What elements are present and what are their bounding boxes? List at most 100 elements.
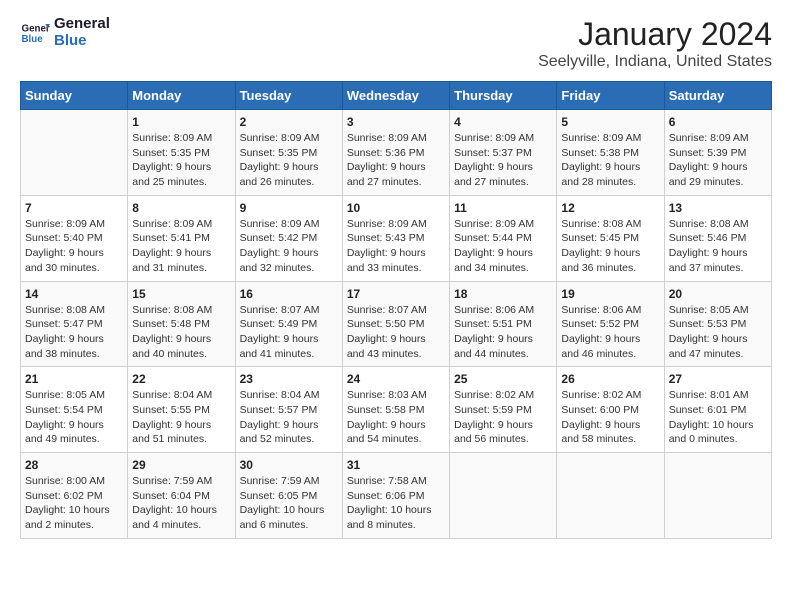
- calendar-cell: 27Sunrise: 8:01 AM Sunset: 6:01 PM Dayli…: [664, 367, 771, 453]
- week-row-5: 28 Sunrise: 8:00 AM Sunset: 6:02 PM Dayli…: [21, 453, 772, 539]
- calendar-cell: 10 Sunrise: 8:09 AM Sunset: 5:43 PM Dayli…: [342, 195, 449, 281]
- calendar-cell: 15 Sunrise: 8:08 AM Sunset: 5:48 PM Dayli…: [128, 281, 235, 367]
- calendar-cell: 26 Sunrise: 8:02 AM Sunset: 6:00 PM Dayli…: [557, 367, 664, 453]
- calendar-cell: 6Sunrise: 8:09 AM Sunset: 5:39 PM Daylig…: [664, 110, 771, 196]
- day-number: 9: [240, 201, 338, 215]
- logo: General Blue General Blue: [20, 16, 110, 49]
- day-number: 2: [240, 115, 338, 129]
- col-header-friday: Friday: [557, 82, 664, 110]
- day-info: Sunrise: 8:07 AM Sunset: 5:50 PM Dayligh…: [347, 303, 445, 362]
- day-number: 16: [240, 287, 338, 301]
- title-area: January 2024 Seelyville, Indiana, United…: [538, 16, 772, 71]
- day-number: 10: [347, 201, 445, 215]
- day-info: Sunrise: 8:04 AM Sunset: 5:57 PM Dayligh…: [240, 388, 338, 447]
- day-info: Sunrise: 8:08 AM Sunset: 5:45 PM Dayligh…: [561, 217, 659, 276]
- day-info: Sunrise: 8:08 AM Sunset: 5:47 PM Dayligh…: [25, 303, 123, 362]
- week-row-1: 1 Sunrise: 8:09 AM Sunset: 5:35 PM Daylig…: [21, 110, 772, 196]
- week-row-2: 7Sunrise: 8:09 AM Sunset: 5:40 PM Daylig…: [21, 195, 772, 281]
- day-info: Sunrise: 8:08 AM Sunset: 5:48 PM Dayligh…: [132, 303, 230, 362]
- column-header-row: SundayMondayTuesdayWednesdayThursdayFrid…: [21, 82, 772, 110]
- day-info: Sunrise: 8:00 AM Sunset: 6:02 PM Dayligh…: [25, 474, 123, 533]
- day-number: 31: [347, 458, 445, 472]
- week-row-3: 14 Sunrise: 8:08 AM Sunset: 5:47 PM Dayli…: [21, 281, 772, 367]
- calendar-cell: 31 Sunrise: 7:58 AM Sunset: 6:06 PM Dayli…: [342, 453, 449, 539]
- calendar-cell: 14 Sunrise: 8:08 AM Sunset: 5:47 PM Dayli…: [21, 281, 128, 367]
- logo-blue: Blue: [54, 33, 110, 50]
- day-info: Sunrise: 8:07 AM Sunset: 5:49 PM Dayligh…: [240, 303, 338, 362]
- day-number: 13: [669, 201, 767, 215]
- calendar-cell: 18 Sunrise: 8:06 AM Sunset: 5:51 PM Dayli…: [450, 281, 557, 367]
- calendar-cell: 12 Sunrise: 8:08 AM Sunset: 5:45 PM Dayli…: [557, 195, 664, 281]
- page-subtitle: Seelyville, Indiana, United States: [538, 53, 772, 71]
- calendar-cell: 21 Sunrise: 8:05 AM Sunset: 5:54 PM Dayli…: [21, 367, 128, 453]
- calendar-cell: [664, 453, 771, 539]
- calendar-cell: 16 Sunrise: 8:07 AM Sunset: 5:49 PM Dayli…: [235, 281, 342, 367]
- header: General Blue General Blue January 2024 S…: [20, 16, 772, 71]
- day-info: Sunrise: 8:05 AM Sunset: 5:53 PM Dayligh…: [669, 303, 767, 362]
- calendar-cell: 25Sunrise: 8:02 AM Sunset: 5:59 PM Dayli…: [450, 367, 557, 453]
- day-info: Sunrise: 7:58 AM Sunset: 6:06 PM Dayligh…: [347, 474, 445, 533]
- svg-text:Blue: Blue: [22, 34, 44, 45]
- calendar-cell: 23 Sunrise: 8:04 AM Sunset: 5:57 PM Dayli…: [235, 367, 342, 453]
- calendar-cell: 2 Sunrise: 8:09 AM Sunset: 5:35 PM Daylig…: [235, 110, 342, 196]
- calendar-table: SundayMondayTuesdayWednesdayThursdayFrid…: [20, 81, 772, 539]
- day-number: 4: [454, 115, 552, 129]
- day-number: 21: [25, 372, 123, 386]
- calendar-cell: 29Sunrise: 7:59 AM Sunset: 6:04 PM Dayli…: [128, 453, 235, 539]
- day-info: Sunrise: 8:06 AM Sunset: 5:51 PM Dayligh…: [454, 303, 552, 362]
- day-info: Sunrise: 8:09 AM Sunset: 5:35 PM Dayligh…: [132, 131, 230, 190]
- day-number: 7: [25, 201, 123, 215]
- day-number: 20: [669, 287, 767, 301]
- calendar-cell: 17 Sunrise: 8:07 AM Sunset: 5:50 PM Dayli…: [342, 281, 449, 367]
- col-header-thursday: Thursday: [450, 82, 557, 110]
- calendar-cell: 20 Sunrise: 8:05 AM Sunset: 5:53 PM Dayli…: [664, 281, 771, 367]
- day-info: Sunrise: 8:09 AM Sunset: 5:44 PM Dayligh…: [454, 217, 552, 276]
- logo-icon: General Blue: [20, 18, 50, 48]
- day-info: Sunrise: 8:09 AM Sunset: 5:38 PM Dayligh…: [561, 131, 659, 190]
- day-info: Sunrise: 8:08 AM Sunset: 5:46 PM Dayligh…: [669, 217, 767, 276]
- day-info: Sunrise: 8:04 AM Sunset: 5:55 PM Dayligh…: [132, 388, 230, 447]
- logo-general: General: [54, 16, 110, 33]
- day-info: Sunrise: 8:09 AM Sunset: 5:36 PM Dayligh…: [347, 131, 445, 190]
- day-number: 17: [347, 287, 445, 301]
- day-info: Sunrise: 8:06 AM Sunset: 5:52 PM Dayligh…: [561, 303, 659, 362]
- day-number: 27: [669, 372, 767, 386]
- col-header-wednesday: Wednesday: [342, 82, 449, 110]
- day-number: 1: [132, 115, 230, 129]
- day-number: 19: [561, 287, 659, 301]
- day-number: 22: [132, 372, 230, 386]
- calendar-cell: 11 Sunrise: 8:09 AM Sunset: 5:44 PM Dayli…: [450, 195, 557, 281]
- day-info: Sunrise: 8:09 AM Sunset: 5:43 PM Dayligh…: [347, 217, 445, 276]
- calendar-cell: 28 Sunrise: 8:00 AM Sunset: 6:02 PM Dayli…: [21, 453, 128, 539]
- calendar-cell: [450, 453, 557, 539]
- calendar-body: 1 Sunrise: 8:09 AM Sunset: 5:35 PM Daylig…: [21, 110, 772, 539]
- col-header-tuesday: Tuesday: [235, 82, 342, 110]
- day-info: Sunrise: 8:09 AM Sunset: 5:35 PM Dayligh…: [240, 131, 338, 190]
- calendar-cell: [21, 110, 128, 196]
- day-info: Sunrise: 8:02 AM Sunset: 6:00 PM Dayligh…: [561, 388, 659, 447]
- page-title: January 2024: [538, 16, 772, 53]
- day-info: Sunrise: 7:59 AM Sunset: 6:04 PM Dayligh…: [132, 474, 230, 533]
- day-number: 28: [25, 458, 123, 472]
- day-number: 12: [561, 201, 659, 215]
- day-number: 26: [561, 372, 659, 386]
- calendar-cell: 22 Sunrise: 8:04 AM Sunset: 5:55 PM Dayli…: [128, 367, 235, 453]
- day-number: 14: [25, 287, 123, 301]
- day-number: 23: [240, 372, 338, 386]
- day-number: 11: [454, 201, 552, 215]
- day-number: 6: [669, 115, 767, 129]
- calendar-cell: [557, 453, 664, 539]
- day-number: 15: [132, 287, 230, 301]
- day-number: 3: [347, 115, 445, 129]
- day-number: 18: [454, 287, 552, 301]
- day-number: 24: [347, 372, 445, 386]
- calendar-cell: 19 Sunrise: 8:06 AM Sunset: 5:52 PM Dayli…: [557, 281, 664, 367]
- calendar-cell: 8Sunrise: 8:09 AM Sunset: 5:41 PM Daylig…: [128, 195, 235, 281]
- col-header-monday: Monday: [128, 82, 235, 110]
- calendar-cell: 7Sunrise: 8:09 AM Sunset: 5:40 PM Daylig…: [21, 195, 128, 281]
- day-number: 25: [454, 372, 552, 386]
- day-info: Sunrise: 8:09 AM Sunset: 5:37 PM Dayligh…: [454, 131, 552, 190]
- calendar-cell: 1 Sunrise: 8:09 AM Sunset: 5:35 PM Daylig…: [128, 110, 235, 196]
- day-info: Sunrise: 8:05 AM Sunset: 5:54 PM Dayligh…: [25, 388, 123, 447]
- day-number: 8: [132, 201, 230, 215]
